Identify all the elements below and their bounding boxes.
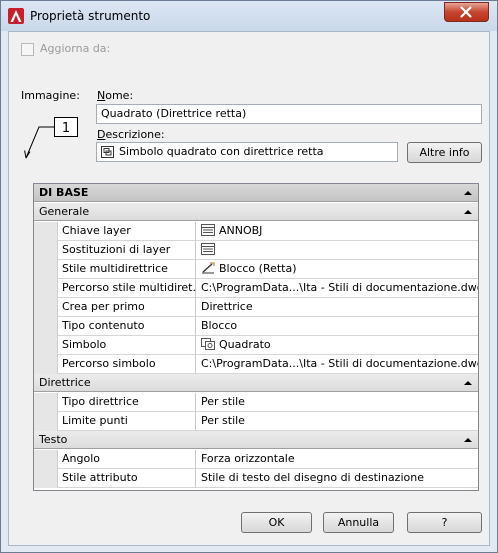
- prop-value[interactable]: Direttrice: [197, 298, 478, 316]
- prop-row-content-type[interactable]: Tipo contenuto Blocco: [58, 317, 478, 336]
- close-icon: [460, 6, 472, 18]
- section-leader-title: Direttrice: [39, 376, 91, 389]
- prop-row-angle[interactable]: Angolo Forza orizzontale: [58, 450, 478, 469]
- prop-value[interactable]: Blocco: [197, 317, 478, 335]
- prop-row-leader-type[interactable]: Tipo direttrice Per stile: [58, 393, 478, 412]
- section-leader[interactable]: Direttrice: [34, 374, 478, 392]
- prop-row-multileader-style[interactable]: Stile multidirettrice Blocco (Retta): [58, 260, 478, 279]
- section-general-title: Generale: [39, 205, 90, 218]
- prop-value[interactable]: [197, 241, 478, 259]
- prop-name: Crea per primo: [58, 298, 196, 316]
- preview-number: 1: [62, 121, 70, 136]
- description-label: Descrizione:: [97, 128, 165, 141]
- prop-name: Chiave layer: [58, 222, 196, 240]
- help-button[interactable]: ?: [407, 512, 482, 533]
- prop-value[interactable]: Per stile: [197, 412, 478, 430]
- collapse-caret-icon[interactable]: [464, 210, 472, 214]
- prop-name: Stile attributo: [58, 469, 196, 487]
- properties-grid[interactable]: DI BASE Generale Chiave layer ANNOBJ Sos…: [33, 183, 479, 491]
- name-field[interactable]: Quadrato (Direttrice retta): [96, 104, 482, 124]
- prop-value[interactable]: Per stile: [197, 393, 478, 411]
- section-general[interactable]: Generale: [34, 203, 478, 221]
- prop-name: Stile multidirettrice: [58, 260, 196, 278]
- prop-value[interactable]: Quadrato: [197, 336, 478, 354]
- prop-row-layer-key[interactable]: Chiave layer ANNOBJ: [58, 222, 478, 241]
- prop-row-multileader-style-path[interactable]: Percorso stile multidiret... C:\ProgramD…: [58, 279, 478, 298]
- prop-value[interactable]: Stile di testo del disegno di destinazio…: [197, 469, 478, 487]
- prop-row-symbol-path[interactable]: Percorso simbolo C:\ProgramData...\Ita -…: [58, 355, 478, 374]
- prop-value[interactable]: C:\ProgramData...\Ita - Stili di documen…: [197, 279, 478, 297]
- description-text: Simbolo quadrato con direttrice retta: [119, 145, 324, 158]
- tool-image-preview: 1: [24, 117, 78, 159]
- layer-list-icon: [201, 224, 215, 236]
- prop-name: Sostituzioni di layer: [58, 241, 196, 259]
- prop-row-points-limit[interactable]: Limite punti Per stile: [58, 412, 478, 431]
- prop-row-symbol[interactable]: Simbolo Quadrato: [58, 336, 478, 355]
- prop-row-layer-overrides[interactable]: Sostituzioni di layer: [58, 241, 478, 260]
- autocad-app-icon: [8, 8, 24, 24]
- prop-value[interactable]: ANNOBJ: [197, 222, 478, 240]
- prop-name: Tipo contenuto: [58, 317, 196, 335]
- description-icon: [101, 146, 114, 158]
- prop-name: Percorso simbolo: [58, 355, 196, 373]
- prop-value[interactable]: Blocco (Retta): [197, 260, 478, 278]
- description-field[interactable]: Simbolo quadrato con direttrice retta: [96, 142, 398, 162]
- cancel-button[interactable]: Annulla: [323, 512, 394, 533]
- category-basic-title: DI BASE: [39, 186, 89, 199]
- more-info-button[interactable]: Altre info: [407, 142, 482, 163]
- collapse-caret-icon[interactable]: [464, 438, 472, 442]
- name-label: Nome:: [97, 89, 134, 102]
- image-label: Immagine:: [21, 89, 80, 102]
- collapse-caret-icon[interactable]: [464, 381, 472, 385]
- update-from-label: Aggiorna da:: [40, 42, 111, 55]
- prop-value[interactable]: Forza orizzontale: [197, 450, 478, 468]
- prop-name: Simbolo: [58, 336, 196, 354]
- category-basic[interactable]: DI BASE: [34, 184, 478, 202]
- tool-properties-dialog: Proprietà strumento Aggiorna da: Immagin…: [0, 0, 498, 553]
- update-from-checkbox[interactable]: [21, 43, 34, 56]
- prop-name: Limite punti: [58, 412, 196, 430]
- title-bar[interactable]: Proprietà strumento: [1, 1, 497, 31]
- section-text-title: Testo: [39, 433, 68, 446]
- ok-button[interactable]: OK: [241, 512, 312, 533]
- prop-row-attribute-style[interactable]: Stile attributo Stile di testo del diseg…: [58, 469, 478, 488]
- layer-list-icon: [201, 243, 215, 255]
- collapse-caret-icon[interactable]: [464, 191, 472, 195]
- prop-name: Tipo direttrice: [58, 393, 196, 411]
- prop-name: Percorso stile multidiret...: [58, 279, 196, 297]
- block-icon: [201, 338, 215, 350]
- multileader-icon: [202, 262, 215, 274]
- close-button[interactable]: [444, 2, 489, 22]
- section-text[interactable]: Testo: [34, 431, 478, 449]
- prop-value[interactable]: C:\ProgramData...\Ita - Stili di documen…: [197, 355, 478, 373]
- dialog-body: Aggiorna da: Immagine: 1 Nome: Quadrato …: [8, 31, 490, 546]
- prop-name: Angolo: [58, 450, 196, 468]
- prop-row-create-first[interactable]: Crea per primo Direttrice: [58, 298, 478, 317]
- window-title: Proprietà strumento: [30, 9, 151, 23]
